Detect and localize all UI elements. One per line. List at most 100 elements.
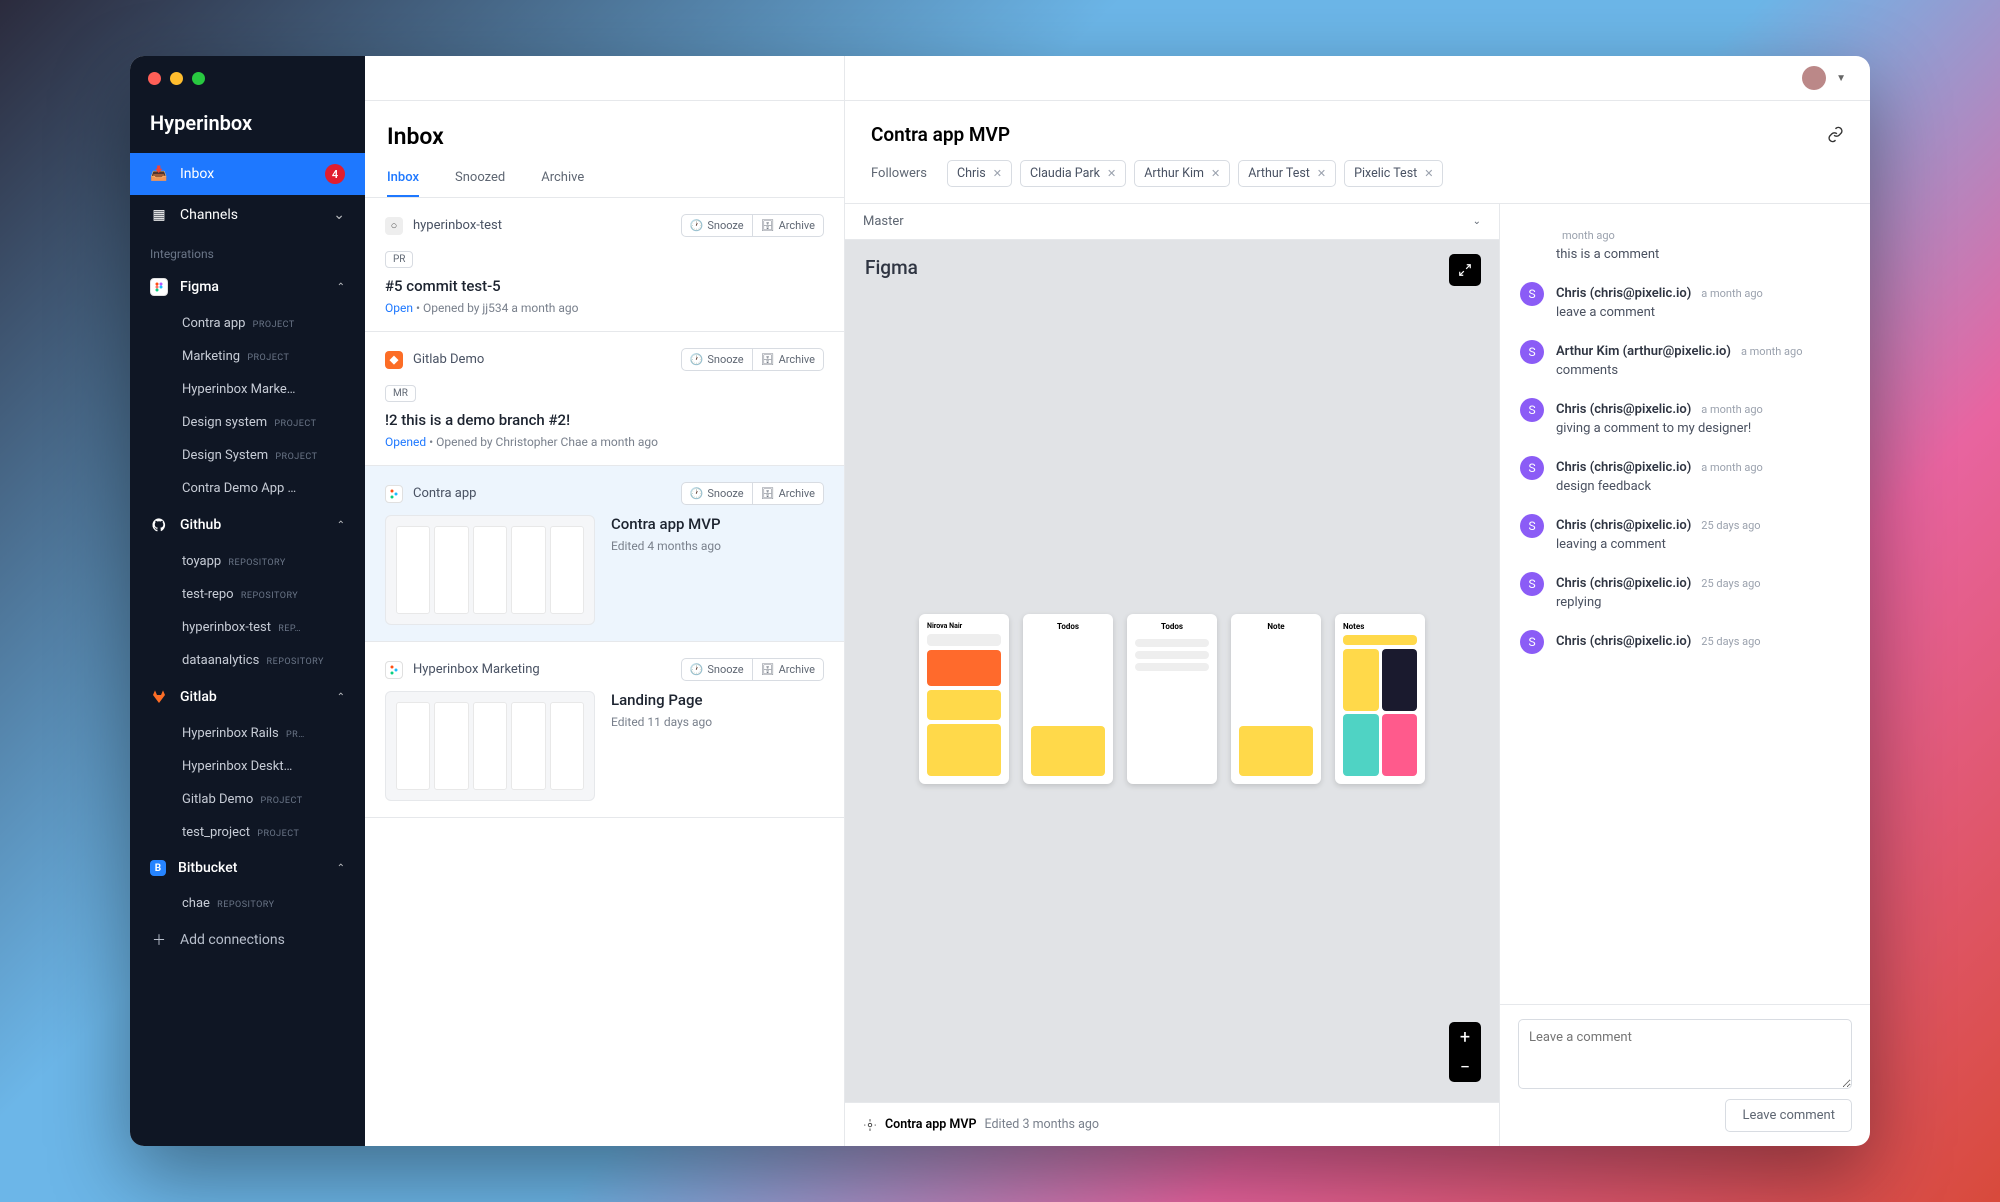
card-title: #5 commit test-5 bbox=[385, 277, 824, 295]
inbox-card[interactable]: ○hyperinbox-test🕐Snooze🗄ArchivePR#5 comm… bbox=[365, 198, 844, 332]
inbox-card[interactable]: Hyperinbox Marketing🕐Snooze🗄ArchiveLandi… bbox=[365, 642, 844, 818]
archive-button[interactable]: 🗄Archive bbox=[753, 658, 824, 681]
nav-inbox[interactable]: 📥 Inbox 4 bbox=[130, 153, 365, 195]
add-connections[interactable]: ＋ Add connections bbox=[130, 920, 365, 960]
group-figma[interactable]: Figma⌃ bbox=[130, 267, 365, 307]
sidebar-item[interactable]: Marketing PROJECT bbox=[130, 340, 365, 373]
follower-chip[interactable]: Arthur Test✕ bbox=[1238, 160, 1336, 187]
inbox-column: Inbox Inbox Snoozed Archive ○hyperinbox-… bbox=[365, 56, 845, 1146]
minimize-window-icon[interactable] bbox=[170, 72, 183, 85]
card-pill: MR bbox=[385, 385, 416, 402]
archive-button[interactable]: 🗄Archive bbox=[753, 348, 824, 371]
remove-icon[interactable]: ✕ bbox=[1107, 167, 1116, 180]
chip-label: Claudia Park bbox=[1030, 166, 1100, 181]
sidebar-item-tag: REP… bbox=[278, 624, 301, 634]
snooze-button[interactable]: 🕐Snooze bbox=[681, 658, 753, 681]
remove-icon[interactable]: ✕ bbox=[1424, 167, 1433, 180]
zoom-controls: + − bbox=[1449, 1022, 1481, 1082]
sidebar-item[interactable]: chae REPOSITORY bbox=[130, 887, 365, 920]
comment-body: this is a comment bbox=[1556, 247, 1850, 262]
close-window-icon[interactable] bbox=[148, 72, 161, 85]
figma-icon bbox=[385, 485, 403, 503]
chip-label: Arthur Kim bbox=[1144, 166, 1204, 181]
sidebar-item[interactable]: hyperinbox-test REP… bbox=[130, 611, 365, 644]
zoom-in-button[interactable]: + bbox=[1449, 1022, 1481, 1052]
archive-icon: 🗄 bbox=[761, 487, 775, 500]
sidebar-item[interactable]: Hyperinbox Marke… bbox=[130, 373, 365, 406]
sidebar-item-tag: REPOSITORY bbox=[267, 657, 324, 667]
card-source: Hyperinbox Marketing bbox=[413, 662, 540, 677]
chevron-down-icon: ⌄ bbox=[1473, 216, 1481, 227]
maximize-window-icon[interactable] bbox=[192, 72, 205, 85]
followers-row: Followers Chris✕Claudia Park✕Arthur Kim✕… bbox=[845, 156, 1870, 203]
remove-icon[interactable]: ✕ bbox=[1211, 167, 1220, 180]
follower-chip[interactable]: Pixelic Test ✕ bbox=[1344, 160, 1443, 187]
chevron-up-icon: ⌃ bbox=[337, 520, 345, 531]
comments-pane: month agothis is a commentSChris (chris@… bbox=[1500, 204, 1870, 1146]
card-meta: Opened • Opened by Christopher Chae a mo… bbox=[385, 435, 824, 449]
chip-label: Pixelic Test bbox=[1354, 166, 1417, 181]
nav-channels[interactable]: ▦ Channels ⌄ bbox=[130, 195, 365, 235]
user-avatar[interactable] bbox=[1802, 66, 1826, 90]
group-label: Gitlab bbox=[180, 689, 217, 705]
snooze-button[interactable]: 🕐Snooze bbox=[681, 348, 753, 371]
sidebar-item[interactable]: Contra app PROJECT bbox=[130, 307, 365, 340]
sidebar-item-label: Contra app bbox=[182, 316, 245, 331]
sidebar-item-label: test_project bbox=[182, 825, 250, 840]
inbox-icon: 📥 bbox=[150, 165, 168, 183]
comment-avatar: S bbox=[1520, 456, 1544, 480]
group-bitbucket[interactable]: BBitbucket⌃ bbox=[130, 849, 365, 887]
remove-icon[interactable]: ✕ bbox=[1317, 167, 1326, 180]
preview-pane: Master ⌄ Figma Nirova Nair Todos Todos N… bbox=[845, 204, 1500, 1146]
inbox-badge: 4 bbox=[325, 164, 345, 184]
master-selector[interactable]: Master ⌄ bbox=[845, 204, 1499, 240]
group-github[interactable]: Github⌃ bbox=[130, 505, 365, 545]
leave-comment-button[interactable]: Leave comment bbox=[1725, 1099, 1852, 1132]
group-gitlab[interactable]: Gitlab ⌃ bbox=[130, 677, 365, 717]
comment-input[interactable] bbox=[1518, 1019, 1852, 1089]
comment: SChris (chris@pixelic.io) a month agolea… bbox=[1520, 272, 1850, 330]
sidebar-item[interactable]: dataanalytics REPOSITORY bbox=[130, 644, 365, 677]
sidebar-item[interactable]: toyapp REPOSITORY bbox=[130, 545, 365, 578]
sidebar-item[interactable]: Hyperinbox Deskt… bbox=[130, 750, 365, 783]
sidebar-item[interactable]: Design system PROJECT bbox=[130, 406, 365, 439]
sidebar-item-label: test-repo bbox=[182, 587, 234, 602]
remove-icon[interactable]: ✕ bbox=[993, 167, 1002, 180]
app-window: Hyperinbox 📥 Inbox 4 ▦ Channels ⌄ Integr… bbox=[130, 56, 1870, 1146]
sidebar-item[interactable]: Contra Demo App … bbox=[130, 472, 365, 505]
sidebar-item[interactable]: test-repo REPOSITORY bbox=[130, 578, 365, 611]
zoom-out-button[interactable]: − bbox=[1449, 1052, 1481, 1082]
archive-button[interactable]: 🗄Archive bbox=[753, 214, 824, 237]
clock-icon: 🕐 bbox=[690, 487, 704, 500]
snooze-button[interactable]: 🕐Snooze bbox=[681, 214, 753, 237]
comment: SChris (chris@pixelic.io) 25 days agolea… bbox=[1520, 504, 1850, 562]
figma-canvas[interactable]: Figma Nirova Nair Todos Todos Note Notes… bbox=[845, 240, 1499, 1102]
follower-chip[interactable]: Arthur Kim ✕ bbox=[1134, 160, 1230, 187]
phone-mock: Nirova Nair bbox=[919, 614, 1009, 784]
sidebar-item[interactable]: Gitlab Demo PROJECT bbox=[130, 783, 365, 816]
sidebar-item-label: Hyperinbox Rails bbox=[182, 726, 279, 741]
tab-inbox[interactable]: Inbox bbox=[387, 160, 419, 197]
status-name: Contra app MVP bbox=[885, 1117, 977, 1132]
tab-archive[interactable]: Archive bbox=[541, 160, 584, 197]
chevron-down-icon: ⌄ bbox=[333, 207, 345, 223]
comments-list[interactable]: month agothis is a commentSChris (chris@… bbox=[1500, 204, 1870, 1004]
clock-icon: 🕐 bbox=[690, 353, 704, 366]
snooze-button[interactable]: 🕐Snooze bbox=[681, 482, 753, 505]
follower-chip[interactable]: Claudia Park ✕ bbox=[1020, 160, 1126, 187]
archive-button[interactable]: 🗄Archive bbox=[753, 482, 824, 505]
tab-snoozed[interactable]: Snoozed bbox=[455, 160, 505, 197]
sidebar-item-label: Hyperinbox Marke… bbox=[182, 382, 296, 397]
chevron-up-icon: ⌃ bbox=[337, 692, 345, 703]
chevron-down-icon[interactable]: ▼ bbox=[1836, 73, 1846, 84]
expand-icon[interactable] bbox=[1449, 254, 1481, 286]
sidebar-item[interactable]: Hyperinbox Rails PR… bbox=[130, 717, 365, 750]
sidebar-item[interactable]: Design System PROJECT bbox=[130, 439, 365, 472]
comment-time: a month ago bbox=[1741, 345, 1803, 358]
inbox-card[interactable]: ◆Gitlab Demo🕐Snooze🗄ArchiveMR!2 this is … bbox=[365, 332, 844, 466]
sidebar-item[interactable]: test_project PROJECT bbox=[130, 816, 365, 849]
figma-icon bbox=[150, 278, 168, 296]
inbox-card[interactable]: Contra app🕐Snooze🗄ArchiveContra app MVPE… bbox=[365, 466, 844, 642]
link-icon[interactable] bbox=[1827, 126, 1844, 143]
follower-chip[interactable]: Chris✕ bbox=[947, 160, 1012, 187]
